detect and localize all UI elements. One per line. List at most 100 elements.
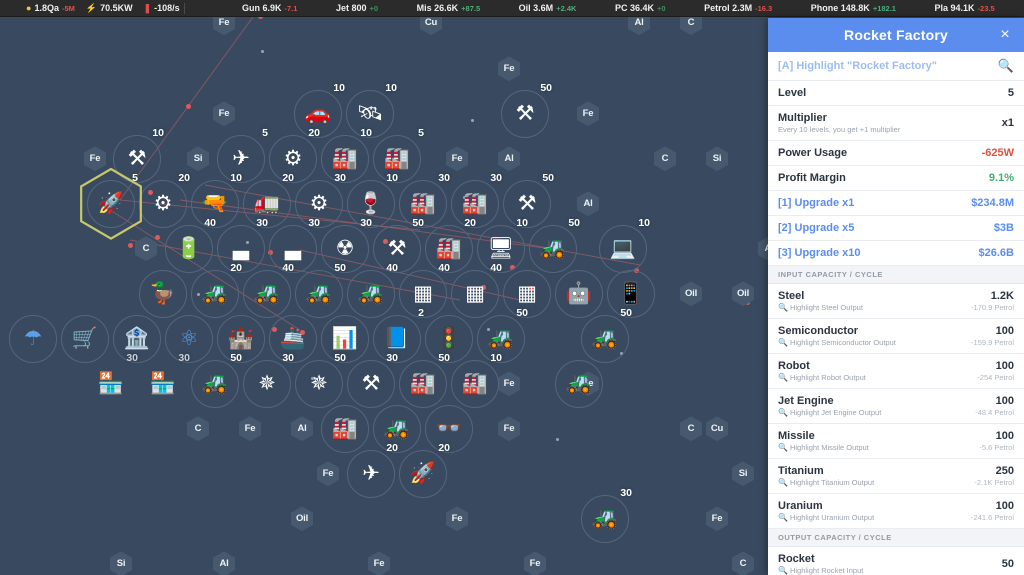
resource-label: Fe [373,558,385,570]
resource-label: Fe [218,17,230,29]
input-name: Titanium [778,465,824,477]
input-row[interactable]: Semiconductor 🔍 Highlight Semiconductor Ou… [768,319,1024,354]
highlight-row[interactable]: [A] Highlight "Rocket Factory" 🔍 [768,52,1024,81]
input-sub[interactable]: 🔍 Highlight Jet Engine Output [778,408,881,417]
factory-tile-rocket2[interactable]: 🚀 20 [392,438,454,510]
resource-tile[interactable]: Si [686,123,748,195]
search-icon[interactable]: 🔍 [778,373,788,382]
resource-label: Oil [736,288,750,300]
top-stats-bar: ● 1.8Qa -5M ⚡ 70.5KW ❚ -108/s Gun 6.9K -… [0,0,1024,17]
research-icon: ☂ [23,327,43,351]
search-icon[interactable]: 🔍 [778,478,788,487]
input-row[interactable]: Jet Engine 🔍 Highlight Jet Engine Output 10… [768,389,1024,424]
resource-label: C [739,558,747,570]
resource-tile[interactable]: Fe [504,528,566,575]
car-icon: 🚗 [304,102,332,126]
resource-hex: Fe [213,17,235,36]
resource-hex: Si [706,146,728,172]
input-row[interactable]: Steel 🔍 Highlight Steel Output 1.2K -170.9 P… [768,284,1024,319]
turbine2-icon: ✵ [310,372,328,396]
resource-stats: Gun 6.9K -7.1 Jet 800 +0 Mis 26.6K +87.5… [189,3,1024,13]
input-value-sub: -241.6 Petrol [971,513,1014,522]
input-sub[interactable]: 🔍 Highlight Semiconductor Output [778,338,896,347]
stat-battery: ❚ -108/s [144,3,180,13]
plant5-icon: 🏭 [331,417,359,441]
steel-icon: ▃ [232,237,250,261]
resource-tile[interactable]: Fe [348,528,410,575]
input-name: Missile [778,430,815,442]
jet-delta: +0 [369,3,379,13]
factory-tile-minecart9[interactable]: 🚜 [548,348,610,420]
factory-level: 10 [385,81,397,94]
level-value: 5 [1007,87,1014,99]
glasses-icon: 👓 [435,417,463,441]
output-sub[interactable]: 🔍 Highlight Rocket Input [778,566,863,575]
city-icon: 🏰 [227,327,255,351]
search-icon[interactable]: 🔍 [998,58,1014,74]
resource-tile[interactable]: C [660,17,722,59]
input-sub[interactable]: 🔍 Highlight Steel Output [778,303,863,312]
chip2-icon: ▦ [465,282,485,306]
stat-pc: PC 36.4K +0 [615,3,666,13]
input-sub[interactable]: 🔍 Highlight Missile Output [778,443,869,452]
stat-petrol: Petrol 2.3M -16.3 [704,3,772,13]
input-value-sub: -48.4 Petrol [975,408,1014,417]
search-icon[interactable]: 🔍 [778,303,788,312]
factory-icon: 🏭 [331,147,359,171]
resource-tile[interactable]: Oil [271,483,333,555]
oil-rig-icon: ⚒ [515,102,535,126]
search-icon[interactable]: 🔍 [778,513,788,522]
upgrade-x10-button[interactable]: [3] Upgrade x10 $26.6B [768,241,1024,266]
factory-tile-minecart11[interactable]: 🚜 30 [574,483,636,555]
input-row[interactable]: Titanium 🔍 Highlight Titanium Output 250 -2.… [768,459,1024,494]
input-value: 250 [995,465,1014,477]
search-icon[interactable]: 🔍 [778,443,788,452]
resource-tile[interactable]: Si [90,528,152,575]
input-row[interactable]: Missile 🔍 Highlight Missile Output 100 -5.6 … [768,424,1024,459]
resource-tile[interactable]: C [712,528,774,575]
input-sub[interactable]: 🔍 Highlight Uranium Output [778,513,874,522]
upgrade-x5-button[interactable]: [2] Upgrade x5 $3B [768,216,1024,241]
engine-icon: ⚙ [283,147,303,171]
input-row[interactable]: Uranium 🔍 Highlight Uranium Output 100 -241.… [768,494,1024,529]
search-icon[interactable]: 🔍 [778,408,788,417]
crane-icon: ⚒ [127,147,147,171]
search-icon[interactable]: 🔍 [778,338,788,347]
stat-gun: Gun 6.9K -7.1 [242,3,297,13]
upgrade-x1-button[interactable]: [1] Upgrade x1 $234.8M [768,191,1024,216]
stat-missile: Mis 26.6K +87.5 [417,3,481,13]
stats-icon: 📊 [331,327,359,351]
input-sub[interactable]: 🔍 Highlight Robot Output [778,373,866,382]
resource-tile[interactable]: Cu [400,17,462,59]
resource-label: Al [297,423,307,435]
input-name: Robot [778,360,810,372]
plastic-value: Pla 94.1K [934,3,975,13]
traffic-icon: 🚦 [435,327,463,351]
factory-ring: ⚒ 50 [501,82,552,138]
petrol-value: Petrol 2.3M [704,3,753,13]
cart-icon: 🚛 [253,192,281,216]
close-icon[interactable]: × [996,27,1014,43]
resource-hex: C [654,146,676,172]
resource-tile[interactable]: Fe [193,17,255,59]
factory-tile-oil-rig[interactable]: ⚒ 50 [494,78,556,150]
drill-icon: ⚙ [153,192,173,216]
resource-label: C [142,243,150,255]
glass-icon: 🍷 [357,192,385,216]
plant4-icon: 🏭 [461,372,489,396]
resource-tile[interactable]: Oil [712,258,774,330]
upgrade-x10-label: [3] Upgrade x10 [778,247,861,259]
input-sub[interactable]: 🔍 Highlight Titanium Output [778,478,874,487]
upgrade-x5-label: [2] Upgrade x5 [778,222,855,234]
input-row[interactable]: Robot 🔍 Highlight Robot Output 100 -254 Petr… [768,354,1024,389]
output-name: Rocket [778,553,815,565]
phone-delta: +182.1 [872,3,896,13]
science-icon: ⚛ [179,327,199,351]
output-row[interactable]: Rocket 🔍 Highlight Rocket Input 50 [768,547,1024,575]
search-icon[interactable]: 🔍 [778,566,788,575]
resource-label: Fe [503,63,515,75]
resource-tile[interactable]: Fe [557,78,619,150]
resource-label: Al [219,558,229,570]
panel-header: Rocket Factory × [768,18,1024,52]
resource-tile[interactable]: Al [193,528,255,575]
